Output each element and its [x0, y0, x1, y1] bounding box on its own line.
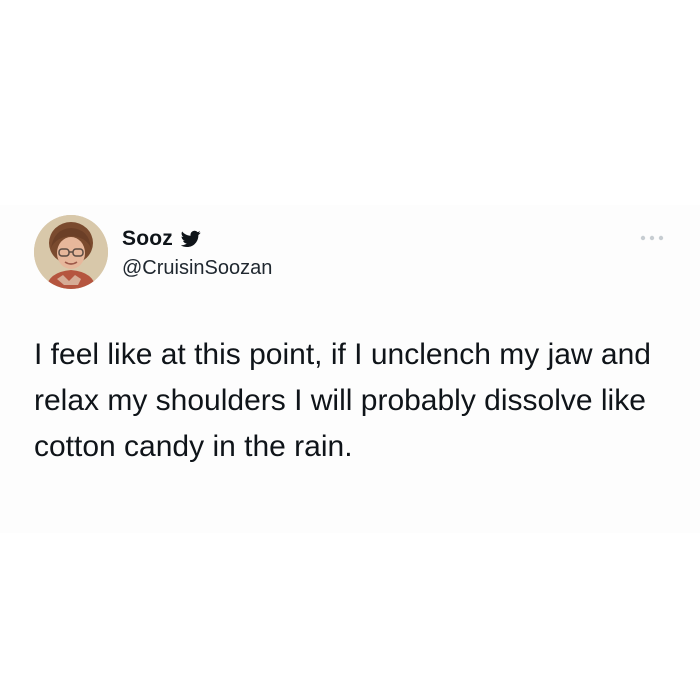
avatar[interactable] [34, 215, 108, 289]
avatar-photo [34, 215, 108, 289]
tweet-text: I feel like at this point, if I unclench… [34, 338, 651, 463]
verified-badge-icon [180, 230, 201, 248]
author-handle[interactable]: @CruisinSoozan [122, 257, 272, 280]
author-name[interactable]: Sooz [122, 227, 173, 251]
page: Sooz @CruisinSoozan I feel like at this … [0, 0, 700, 700]
tweet-card: Sooz @CruisinSoozan I feel like at this … [0, 205, 700, 533]
author-name-row: Sooz [122, 225, 201, 253]
more-horizontal-icon[interactable] [639, 231, 665, 243]
